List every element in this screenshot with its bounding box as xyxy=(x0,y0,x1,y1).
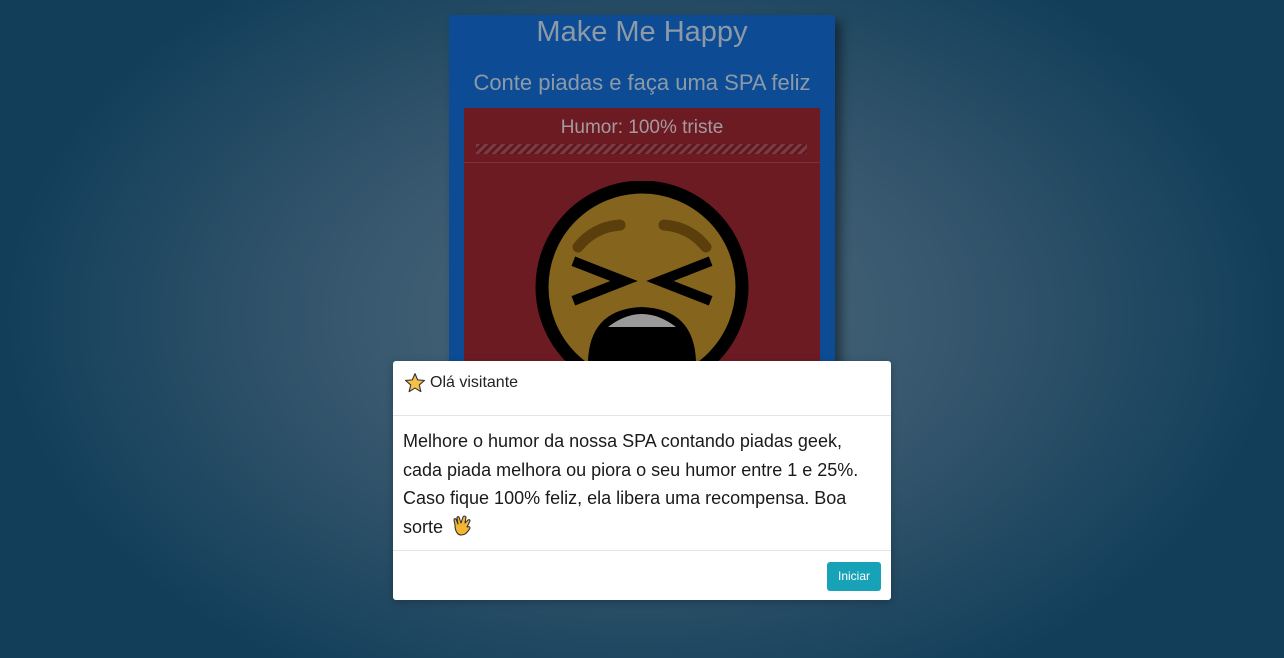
welcome-modal: Olá visitante Melhore o humor da nossa S… xyxy=(393,361,891,600)
vulcan-salute-icon xyxy=(453,515,471,536)
modal-header: Olá visitante xyxy=(393,361,891,416)
modal-body: Melhore o humor da nossa SPA contando pi… xyxy=(403,427,883,541)
modal-title: Olá visitante xyxy=(430,374,519,391)
start-button[interactable]: Iniciar xyxy=(827,562,881,591)
star-icon xyxy=(405,373,425,393)
modal-footer: Iniciar xyxy=(393,550,891,601)
